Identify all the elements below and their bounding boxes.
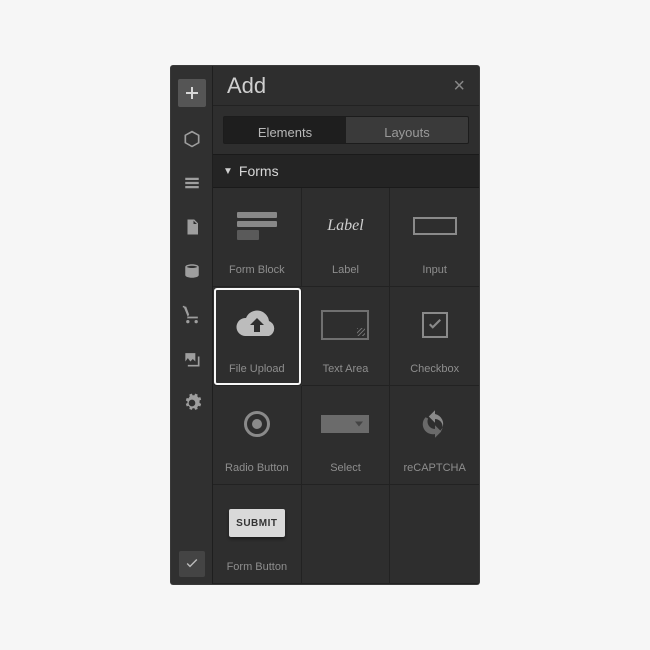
element-label[interactable]: Label Label bbox=[302, 188, 391, 287]
navigator-icon[interactable] bbox=[177, 168, 207, 198]
add-panel-main: Add × Elements Layouts ▼ Forms Form Bloc… bbox=[213, 66, 479, 584]
cms-icon[interactable] bbox=[177, 256, 207, 286]
cloud-upload-icon bbox=[213, 287, 301, 363]
element-label: Radio Button bbox=[225, 462, 289, 474]
ecommerce-icon[interactable] bbox=[177, 300, 207, 330]
elements-grid: Form Block Label Label Input bbox=[213, 188, 479, 584]
empty-cell bbox=[390, 485, 479, 584]
element-label: Text Area bbox=[323, 363, 369, 375]
settings-icon[interactable] bbox=[177, 388, 207, 418]
section-forms-label: Forms bbox=[239, 163, 279, 179]
disclosure-triangle-icon: ▼ bbox=[223, 166, 233, 177]
tab-layouts[interactable]: Layouts bbox=[346, 117, 468, 143]
label-icon: Label bbox=[302, 188, 390, 264]
element-label: File Upload bbox=[229, 363, 285, 375]
empty-cell bbox=[302, 485, 391, 584]
input-icon bbox=[390, 188, 479, 264]
element-file-upload[interactable]: File Upload bbox=[213, 287, 302, 386]
element-label: Form Block bbox=[229, 264, 285, 276]
add-element-button[interactable] bbox=[178, 79, 206, 107]
panel-title: Add bbox=[227, 73, 266, 99]
symbols-icon[interactable] bbox=[177, 124, 207, 154]
element-form-block[interactable]: Form Block bbox=[213, 188, 302, 287]
close-icon[interactable]: × bbox=[453, 76, 465, 96]
add-panel: Add × Elements Layouts ▼ Forms Form Bloc… bbox=[171, 66, 479, 584]
textarea-icon bbox=[302, 287, 390, 363]
element-recaptcha[interactable]: reCAPTCHA bbox=[390, 386, 479, 485]
element-radio-button[interactable]: Radio Button bbox=[213, 386, 302, 485]
element-text-area[interactable]: Text Area bbox=[302, 287, 391, 386]
pages-icon[interactable] bbox=[177, 212, 207, 242]
element-label: reCAPTCHA bbox=[403, 462, 465, 474]
radio-icon bbox=[213, 386, 301, 462]
nav-rail bbox=[171, 66, 213, 584]
submit-button-icon: SUBMIT bbox=[213, 485, 301, 561]
section-forms-header[interactable]: ▼ Forms bbox=[213, 154, 479, 188]
element-label: Input bbox=[422, 264, 446, 276]
tab-bar: Elements Layouts bbox=[223, 116, 469, 144]
form-block-icon bbox=[213, 188, 301, 264]
assets-icon[interactable] bbox=[177, 344, 207, 374]
audit-icon[interactable] bbox=[179, 551, 205, 577]
element-label: Select bbox=[330, 462, 361, 474]
element-label: Form Button bbox=[227, 561, 288, 573]
select-icon bbox=[302, 386, 390, 462]
recaptcha-icon bbox=[390, 386, 479, 462]
element-select[interactable]: Select bbox=[302, 386, 391, 485]
element-label: Checkbox bbox=[410, 363, 459, 375]
checkbox-icon bbox=[390, 287, 479, 363]
panel-header: Add × bbox=[213, 66, 479, 106]
element-form-button[interactable]: SUBMIT Form Button bbox=[213, 485, 302, 584]
element-label: Label bbox=[332, 264, 359, 276]
tab-elements[interactable]: Elements bbox=[224, 117, 346, 143]
element-checkbox[interactable]: Checkbox bbox=[390, 287, 479, 386]
element-input[interactable]: Input bbox=[390, 188, 479, 287]
